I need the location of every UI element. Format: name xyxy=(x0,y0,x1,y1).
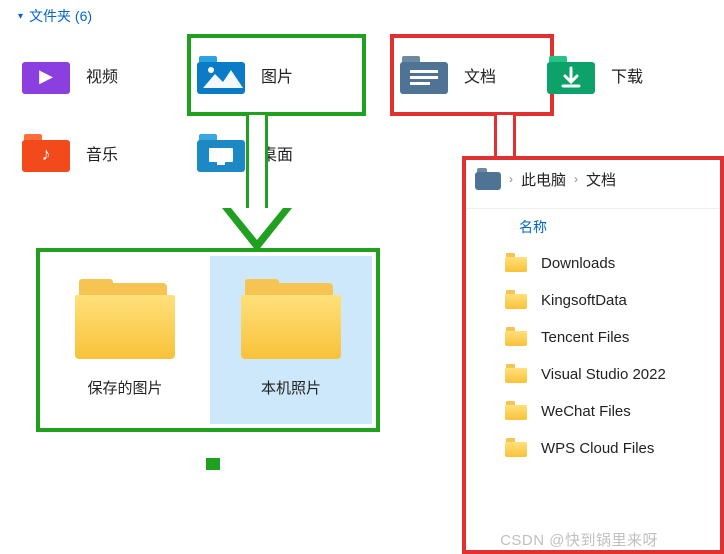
item-label: Tencent Files xyxy=(541,329,629,346)
folder-tile[interactable]: 保存的图片 xyxy=(44,256,206,424)
list-item[interactable]: KingsoftData xyxy=(465,282,722,319)
library-label: 桌面 xyxy=(261,141,293,165)
breadcrumb-sep-icon: › xyxy=(509,172,513,186)
folder-icon xyxy=(75,283,175,359)
folder-icon xyxy=(505,403,527,420)
list-item[interactable]: Visual Studio 2022 xyxy=(465,356,722,393)
item-label: WPS Cloud Files xyxy=(541,440,654,457)
list-item[interactable]: Tencent Files xyxy=(465,319,722,356)
column-header-name[interactable]: 名称 xyxy=(465,209,722,245)
folder-icon xyxy=(241,283,341,359)
music-icon: ♪ xyxy=(22,129,70,177)
videos-icon: ▶ xyxy=(22,51,70,99)
documents-icon xyxy=(475,168,501,190)
item-label: Downloads xyxy=(541,255,615,272)
breadcrumb-root[interactable]: 此电脑 xyxy=(521,169,566,190)
library-music[interactable]: ♪ 音乐 xyxy=(14,114,189,192)
documents-icon xyxy=(400,51,448,99)
folder-label: 保存的图片 xyxy=(87,377,162,398)
folder-icon xyxy=(505,440,527,457)
breadcrumb-sep-icon: › xyxy=(574,172,578,186)
folder-tile[interactable]: 本机照片 xyxy=(210,256,372,424)
section-title: 文件夹 (6) xyxy=(29,6,92,26)
item-label: WeChat Files xyxy=(541,403,631,420)
folder-icon xyxy=(505,329,527,346)
folder-icon xyxy=(505,366,527,383)
library-downloads[interactable]: 下载 xyxy=(539,36,714,114)
downloads-icon xyxy=(547,51,595,99)
chevron-down-icon: ▾ xyxy=(18,11,23,22)
library-videos[interactable]: ▶ 视频 xyxy=(14,36,189,114)
library-desktop[interactable]: 桌面 xyxy=(189,114,364,192)
pictures-icon xyxy=(197,51,245,99)
library-label: 图片 xyxy=(261,63,293,87)
list-item[interactable]: WPS Cloud Files xyxy=(465,430,722,467)
item-label: KingsoftData xyxy=(541,292,627,309)
folder-icon xyxy=(505,255,527,272)
library-label: 音乐 xyxy=(86,141,118,165)
documents-folder-view: › 此电脑 › 文档 名称 Downloads KingsoftData Ten… xyxy=(464,158,722,552)
folder-icon xyxy=(505,292,527,309)
list-item[interactable]: WeChat Files xyxy=(465,393,722,430)
list-item[interactable]: Downloads xyxy=(465,245,722,282)
folder-list: Downloads KingsoftData Tencent Files Vis… xyxy=(465,245,722,467)
breadcrumb-current[interactable]: 文档 xyxy=(586,169,616,190)
annotation-dot xyxy=(206,458,220,470)
item-label: Visual Studio 2022 xyxy=(541,366,666,383)
pictures-folder-view: 保存的图片 本机照片 xyxy=(38,250,378,430)
desktop-icon xyxy=(197,129,245,177)
library-pictures[interactable]: 图片 xyxy=(189,36,364,114)
breadcrumb[interactable]: › 此电脑 › 文档 xyxy=(465,158,722,209)
watermark: CSDN @快到锅里来呀 xyxy=(500,529,658,550)
folders-section-header[interactable]: ▾ 文件夹 (6) xyxy=(0,0,724,32)
library-label: 文档 xyxy=(464,63,496,87)
library-documents[interactable]: 文档 xyxy=(392,36,552,114)
library-label: 下载 xyxy=(611,63,643,87)
library-label: 视频 xyxy=(86,63,118,87)
folder-label: 本机照片 xyxy=(261,377,321,398)
